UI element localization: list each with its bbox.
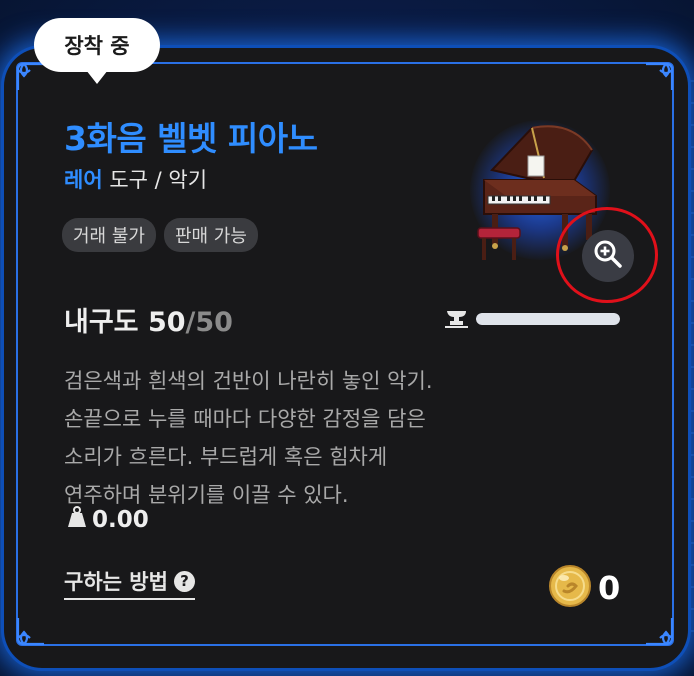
item-category: 도구 / 악기 [109,168,208,192]
equipped-badge: 장착 중 [34,18,160,84]
tag-untradeable: 거래 불가 [62,218,156,252]
how-to-obtain-label: 구하는 방법 [64,570,168,594]
tag-sellable: 판매 가능 [163,218,258,252]
weight-icon [66,505,88,535]
help-icon: ? [173,570,195,592]
durability-current: 50 [147,307,186,338]
coin-reward: 0 [548,564,620,612]
anvil-icon [444,308,470,334]
durability-bar-fill [476,313,620,325]
item-rarity: 레어 [64,168,103,192]
durability-label: 내구도 [64,307,139,338]
item-weight: 0.00 [66,505,149,535]
equipped-badge-label: 장착 중 [64,34,130,58]
corner-ornament-icon [642,60,676,94]
description-line: 소리가 흐른다. 부드럽게 혹은 힘차게 [64,445,388,469]
durability-bar [476,313,620,325]
description-line: 검은색과 흰색의 건반이 나란히 놓인 악기. [64,369,433,393]
item-name: 3화음 벨벳 피아노 [64,119,318,158]
item-type: 레어 도구 / 악기 [64,164,207,194]
coin-count: 0 [598,569,621,607]
corner-ornament-icon [642,614,676,648]
durability-max: /50 [185,307,233,338]
corner-ornament-icon [14,614,48,648]
highlight-ring [556,207,658,303]
item-tags: 거래 불가 판매 가능 [62,218,258,252]
item-description: 검은색과 흰색의 건반이 나란히 놓인 악기. 손끝으로 누를 때마다 다양한 … [64,362,534,514]
how-to-obtain-link[interactable]: 구하는 방법 ? [64,566,195,600]
weight-value: 0.00 [92,507,149,533]
description-line: 손끝으로 누를 때마다 다양한 감정을 담은 [64,407,426,431]
durability: 내구도 50/50 [64,300,233,339]
gold-coin-icon [548,564,592,612]
